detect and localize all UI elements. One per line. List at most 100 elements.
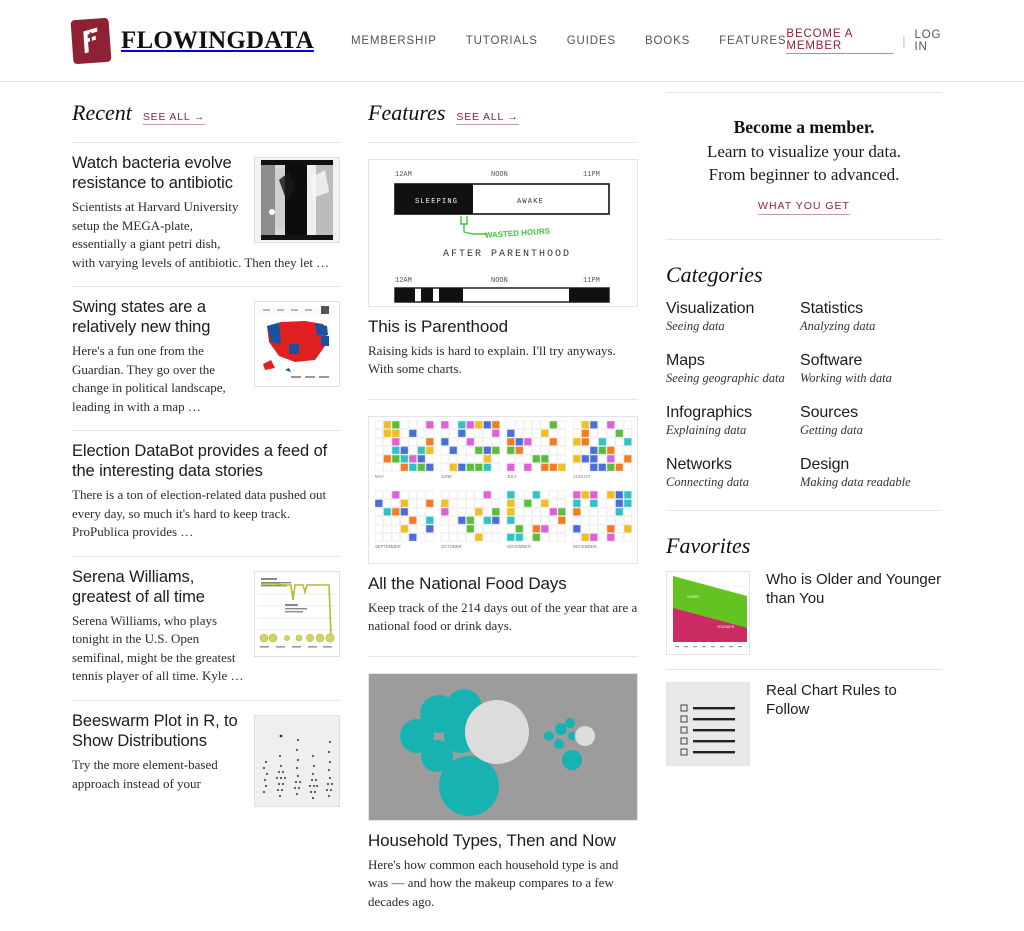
category-software[interactable]: Software Working with data xyxy=(800,352,942,386)
features-column: Features SEE ALL → 12AM NOON 11PM 12AM NOON… xyxy=(368,82,638,931)
membership-promo: Become a member. Learn to visualize your… xyxy=(666,92,942,241)
categories-grid: Visualization Seeing data Statistics Ana… xyxy=(666,300,942,490)
svg-text:SLEEPING: SLEEPING xyxy=(415,198,458,206)
feature-excerpt: Keep track of the 214 days out of the ye… xyxy=(368,599,638,634)
svg-text:AUGUST: AUGUST xyxy=(573,474,591,479)
category-name: Maps xyxy=(666,352,705,370)
feature-title[interactable]: All the National Food Days xyxy=(368,574,638,594)
features-see-all-link[interactable]: SEE ALL → xyxy=(456,111,519,125)
category-desc: Explaining data xyxy=(666,423,747,438)
recent-title: Recent xyxy=(72,100,132,125)
svg-text:SEPTEMBER: SEPTEMBER xyxy=(375,544,401,549)
favorites-block: Favorites OLDER YOUNGER Who is Older and… xyxy=(666,511,942,780)
category-desc: Seeing data xyxy=(666,319,725,334)
feature-card[interactable]: Household Types, Then and Now Here's how… xyxy=(368,655,638,911)
site-header: FLOWINGDATA MEMBERSHIP TUTORIALS GUIDES … xyxy=(0,0,1024,82)
list-item[interactable]: Election DataBot provides a feed of the … xyxy=(72,430,340,556)
svg-text:12AM: 12AM xyxy=(395,277,412,285)
category-sources[interactable]: Sources Getting data xyxy=(800,404,942,438)
category-desc: Seeing geographic data xyxy=(666,371,785,386)
list-item[interactable]: Watch bacteria evolve resistance to anti… xyxy=(72,142,340,286)
svg-text:JULY: JULY xyxy=(507,474,517,479)
svg-text:MAY: MAY xyxy=(375,474,384,479)
category-design[interactable]: Design Making data readable xyxy=(800,456,942,490)
category-visualization[interactable]: Visualization Seeing data xyxy=(666,300,800,334)
page-grid: Recent SEE ALL → Watch bacteria evolve r… xyxy=(0,82,1024,931)
features-title: Features xyxy=(368,100,446,125)
what-you-get-link[interactable]: WHAT YOU GET xyxy=(758,200,850,216)
promo-line-1: Learn to visualize your data. xyxy=(706,142,901,161)
recent-column: Recent SEE ALL → Watch bacteria evolve r… xyxy=(72,82,340,931)
favorite-title[interactable]: Who is Older and Younger than You xyxy=(766,571,942,609)
nav-item-membership[interactable]: MEMBERSHIP xyxy=(351,35,437,47)
categories-block: Categories Visualization Seeing data Sta… xyxy=(666,240,942,512)
list-item[interactable]: Serena Williams, greatest of all time Se… xyxy=(72,555,340,700)
post-excerpt: There is a ton of election-related data … xyxy=(72,487,327,540)
category-statistics[interactable]: Statistics Analyzing data xyxy=(800,300,942,334)
national-food-days-calendar-heatmap[interactable]: MAY JUNE JULY AUGUST SEPTEMBER OCTOBER NOVEMBE… xyxy=(368,415,638,564)
older-younger-area-chart[interactable]: OLDER YOUNGER xyxy=(666,571,750,656)
nav-item-books[interactable]: BOOKS xyxy=(645,35,690,47)
post-title[interactable]: Election DataBot provides a feed of the … xyxy=(72,441,340,481)
category-name: Sources xyxy=(800,404,858,422)
list-item[interactable]: OLDER YOUNGER Who is Older and Younger t… xyxy=(666,559,942,669)
category-desc: Analyzing data xyxy=(800,319,876,334)
category-name: Design xyxy=(800,456,850,474)
category-desc: Getting data xyxy=(800,423,863,438)
svg-text:OLDER: OLDER xyxy=(687,595,699,599)
category-name: Software xyxy=(800,352,863,370)
nav-item-tutorials[interactable]: TUTORIALS xyxy=(466,35,538,47)
category-infographics[interactable]: Infographics Explaining data xyxy=(666,404,800,438)
header-separator: | xyxy=(902,33,906,48)
list-item[interactable]: Beeswarm Plot in R, to Show Distribution… xyxy=(72,699,340,825)
list-item[interactable]: Real Chart Rules to Follow xyxy=(666,669,942,780)
svg-text:NOON: NOON xyxy=(491,277,508,285)
brand-name: FLOWINGDATA xyxy=(121,26,314,54)
parenthood-timeline-chart[interactable]: 12AM NOON 11PM 12AM NOON 11PM SLEEPING AWAKE… xyxy=(368,159,638,307)
category-desc: Connecting data xyxy=(666,475,749,490)
feature-card[interactable]: MAY JUNE JULY AUGUST SEPTEMBER OCTOBER NOVEMBE… xyxy=(368,398,638,636)
promo-heading: Become a member. xyxy=(733,117,875,137)
bacteria-petri-photo[interactable] xyxy=(254,157,340,243)
header-account-links: BECOME A MEMBER | LOG IN xyxy=(786,28,952,54)
site-logo-link[interactable]: FLOWINGDATA xyxy=(70,17,314,64)
nav-item-features[interactable]: FEATURES xyxy=(719,35,786,47)
category-networks[interactable]: Networks Connecting data xyxy=(666,456,800,490)
list-item[interactable]: Swing states are a relatively new thing … xyxy=(72,286,340,430)
category-desc: Working with data xyxy=(800,371,892,386)
feature-excerpt: Raising kids is hard to explain. I'll tr… xyxy=(368,343,616,377)
log-in-link[interactable]: LOG IN xyxy=(915,29,952,53)
svg-text:11PM: 11PM xyxy=(583,171,600,179)
category-name: Statistics xyxy=(800,300,864,318)
svg-text:JUNE: JUNE xyxy=(441,474,452,479)
svg-text:YOUNGER: YOUNGER xyxy=(717,625,735,629)
category-maps[interactable]: Maps Seeing geographic data xyxy=(666,352,800,386)
recent-see-all-link[interactable]: SEE ALL → xyxy=(142,111,206,125)
main-nav: MEMBERSHIP TUTORIALS GUIDES BOOKS FEATUR… xyxy=(351,35,786,47)
feature-title[interactable]: Household Types, Then and Now xyxy=(368,831,638,851)
sidebar: Become a member. Learn to visualize your… xyxy=(666,82,942,931)
household-types-bubble-chart[interactable] xyxy=(368,672,638,821)
svg-text:NOON: NOON xyxy=(491,171,508,179)
promo-line-2: From beginner to advanced. xyxy=(708,164,900,184)
svg-text:11PM: 11PM xyxy=(583,277,600,285)
tennis-ranking-line-chart[interactable] xyxy=(254,570,340,657)
category-name: Infographics xyxy=(666,404,752,422)
category-name: Visualization xyxy=(666,300,755,318)
svg-text:AFTER PARENTHOOD: AFTER PARENTHOOD xyxy=(443,249,571,260)
features-section-header: Features SEE ALL → xyxy=(368,100,638,126)
svg-text:12AM: 12AM xyxy=(395,171,412,179)
become-a-member-link[interactable]: BECOME A MEMBER xyxy=(786,28,894,54)
us-election-map[interactable] xyxy=(254,301,340,388)
categories-title: Categories xyxy=(666,262,763,288)
feature-card[interactable]: 12AM NOON 11PM 12AM NOON 11PM SLEEPING AWAKE… xyxy=(368,142,638,379)
beeswarm-plot[interactable] xyxy=(254,714,340,807)
svg-text:OCTOBER: OCTOBER xyxy=(441,544,462,549)
chart-rules-checklist[interactable] xyxy=(666,682,750,767)
nav-item-guides[interactable]: GUIDES xyxy=(567,35,616,47)
svg-text:AWAKE: AWAKE xyxy=(517,198,544,206)
feature-title[interactable]: This is Parenthood xyxy=(368,317,638,337)
recent-section-header: Recent SEE ALL → xyxy=(72,100,340,126)
favorites-title: Favorites xyxy=(666,533,751,559)
favorite-title[interactable]: Real Chart Rules to Follow xyxy=(766,682,942,720)
